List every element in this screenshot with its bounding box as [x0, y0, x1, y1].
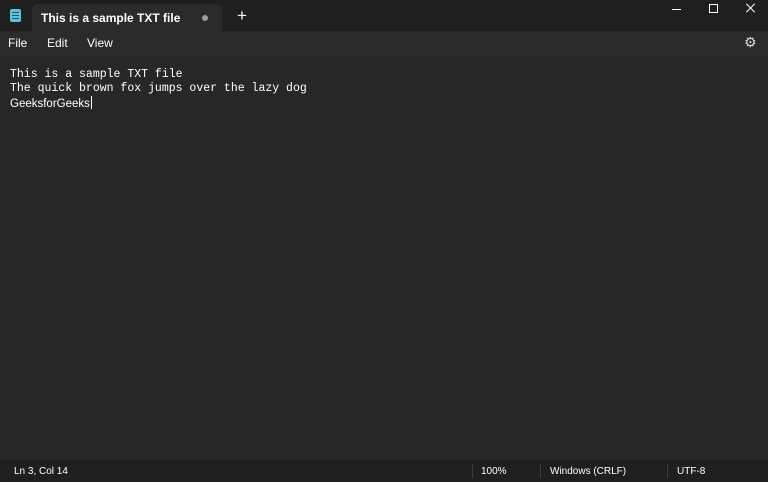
status-divider [540, 464, 541, 478]
menu-file[interactable]: File [8, 36, 27, 50]
text-editor-area[interactable]: This is a sample TXT file The quick brow… [0, 56, 768, 458]
title-bar[interactable]: This is a sample TXT file + [0, 0, 768, 31]
menu-bar: File Edit View ⚙ [0, 31, 768, 56]
status-bar: Ln 3, Col 14 100% Windows (CRLF) UTF-8 [0, 460, 768, 482]
unsaved-dot-icon[interactable] [202, 15, 208, 21]
zoom-level[interactable]: 100% [481, 466, 507, 477]
menu-view[interactable]: View [87, 36, 113, 50]
line-ending[interactable]: Windows (CRLF) [550, 466, 626, 477]
close-button[interactable] [731, 0, 768, 18]
tab-sample-txt[interactable]: This is a sample TXT file [32, 4, 222, 31]
text-caret [90, 96, 92, 109]
editor-line-2: The quick brown fox jumps over the lazy … [10, 82, 307, 95]
editor-line-3: GeeksforGeeks [10, 96, 92, 110]
notepad-app-icon [10, 9, 21, 22]
editor-line-3-text: GeeksforGeeks [10, 98, 90, 110]
cursor-position: Ln 3, Col 14 [14, 466, 68, 477]
minimize-button[interactable] [657, 0, 695, 18]
menu-edit[interactable]: Edit [47, 36, 68, 50]
new-tab-button[interactable]: + [233, 6, 251, 26]
settings-gear-icon[interactable]: ⚙ [744, 35, 758, 49]
status-divider [667, 464, 668, 478]
maximize-button[interactable] [694, 0, 732, 18]
editor-line-1: This is a sample TXT file [10, 68, 183, 81]
status-divider [472, 464, 473, 478]
notepad-window: This is a sample TXT file + File Edit Vi… [0, 0, 768, 482]
encoding[interactable]: UTF-8 [677, 466, 705, 477]
tab-title: This is a sample TXT file [41, 11, 181, 25]
